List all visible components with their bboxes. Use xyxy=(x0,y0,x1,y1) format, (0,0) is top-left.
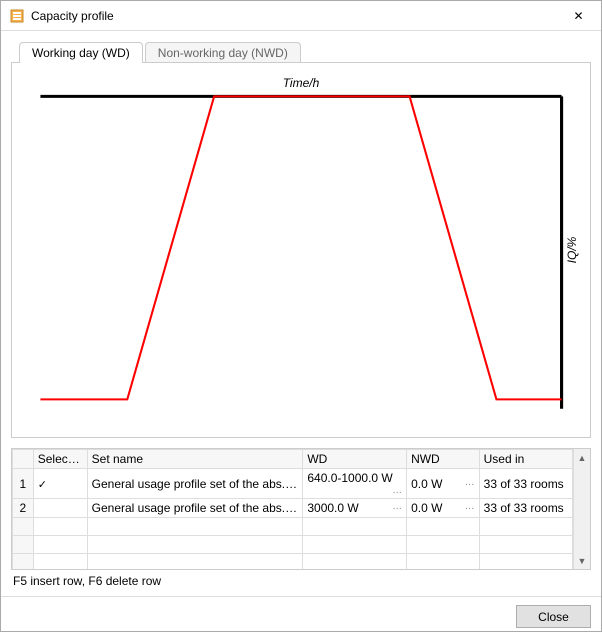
titlebar: Capacity profile ✕ xyxy=(1,1,601,31)
tab-strip: Working day (WD) Non-working day (NWD) xyxy=(19,41,591,63)
ellipsis-icon[interactable]: … xyxy=(463,501,475,512)
col-wd[interactable]: WD xyxy=(303,450,407,469)
dialog-footer: Close xyxy=(1,596,601,636)
cell-setname[interactable] xyxy=(87,518,303,536)
cell-usedin[interactable] xyxy=(479,518,572,536)
tab-non-working-day[interactable]: Non-working day (NWD) xyxy=(145,42,301,63)
cell-wd[interactable] xyxy=(303,554,407,570)
cell-selection[interactable] xyxy=(33,518,87,536)
cell-wd[interactable] xyxy=(303,536,407,554)
close-button-label: Close xyxy=(538,610,569,624)
tab-label: Working day (WD) xyxy=(32,46,130,60)
content-area: Working day (WD) Non-working day (NWD) T… xyxy=(1,31,601,596)
cell-usedin[interactable] xyxy=(479,536,572,554)
close-icon: ✕ xyxy=(573,9,583,23)
cell-wd[interactable]: 640.0-1000.0 W… xyxy=(303,469,407,499)
cell-wd[interactable]: 3000.0 W… xyxy=(303,499,407,518)
chart-y-axis-label: IQ/% xyxy=(565,237,579,264)
vertical-scrollbar[interactable]: ▲ ▼ xyxy=(573,449,590,569)
cell-setname[interactable] xyxy=(87,536,303,554)
cell-setname[interactable]: General usage profile set of the abs. co… xyxy=(87,469,303,499)
cell-nwd[interactable]: 0.0 W… xyxy=(407,499,480,518)
col-setname[interactable]: Set name xyxy=(87,450,303,469)
app-icon xyxy=(9,8,25,24)
table-row[interactable] xyxy=(13,536,573,554)
cell-usedin[interactable]: 33 of 33 rooms xyxy=(479,499,572,518)
cell-setname[interactable]: General usage profile set of the abs. he… xyxy=(87,499,303,518)
cell-usedin[interactable]: 33 of 33 rooms xyxy=(479,469,572,499)
cell-selection[interactable] xyxy=(33,499,87,518)
ellipsis-icon[interactable]: … xyxy=(390,485,402,496)
check-icon: ✓ xyxy=(38,479,47,491)
table-row[interactable]: 2 General usage profile set of the abs. h… xyxy=(13,499,573,518)
dialog-window: Capacity profile ✕ Working day (WD) Non-… xyxy=(0,0,602,632)
cell-nwd[interactable]: 0.0 W… xyxy=(407,469,480,499)
status-hint: F5 insert row, F6 delete row xyxy=(11,570,591,590)
table-row[interactable] xyxy=(13,518,573,536)
cell-selection[interactable] xyxy=(33,554,87,570)
scroll-track[interactable] xyxy=(574,466,590,552)
cell-selection[interactable] xyxy=(33,536,87,554)
row-number: 2 xyxy=(13,499,34,518)
cell-wd[interactable] xyxy=(303,518,407,536)
tab-working-day[interactable]: Working day (WD) xyxy=(19,42,143,63)
chart-svg xyxy=(30,81,572,419)
col-selection[interactable]: Selection xyxy=(33,450,87,469)
chart-x-axis-label: Time/h xyxy=(30,76,572,90)
chart: Time/h IQ/% xyxy=(30,81,572,419)
profiles-table-container: Selection Set name WD NWD Used in 1 ✓ Gene… xyxy=(11,448,591,570)
cell-nwd[interactable] xyxy=(407,536,480,554)
row-number xyxy=(13,536,34,554)
scroll-down-icon[interactable]: ▼ xyxy=(574,552,590,569)
tab-label: Non-working day (NWD) xyxy=(158,46,288,60)
col-nwd[interactable]: NWD xyxy=(407,450,480,469)
profiles-table: Selection Set name WD NWD Used in 1 ✓ Gene… xyxy=(12,449,573,569)
chart-series-line xyxy=(40,96,561,399)
cell-selection[interactable]: ✓ xyxy=(33,469,87,499)
table-header-row: Selection Set name WD NWD Used in xyxy=(13,450,573,469)
row-number: 1 xyxy=(13,469,34,499)
cell-setname[interactable] xyxy=(87,554,303,570)
ellipsis-icon[interactable]: … xyxy=(463,477,475,488)
close-button[interactable]: Close xyxy=(516,605,591,628)
row-number xyxy=(13,554,34,570)
table-row[interactable]: 1 ✓ General usage profile set of the abs. … xyxy=(13,469,573,499)
cell-usedin[interactable] xyxy=(479,554,572,570)
col-usedin[interactable]: Used in xyxy=(479,450,572,469)
row-number xyxy=(13,518,34,536)
chart-panel: Time/h IQ/% xyxy=(11,62,591,438)
table-row[interactable] xyxy=(13,554,573,570)
cell-nwd[interactable] xyxy=(407,554,480,570)
row-number-header xyxy=(13,450,34,469)
ellipsis-icon[interactable]: … xyxy=(390,501,402,512)
close-window-button[interactable]: ✕ xyxy=(556,1,601,31)
window-title: Capacity profile xyxy=(31,9,556,23)
scroll-up-icon[interactable]: ▲ xyxy=(574,449,590,466)
cell-nwd[interactable] xyxy=(407,518,480,536)
